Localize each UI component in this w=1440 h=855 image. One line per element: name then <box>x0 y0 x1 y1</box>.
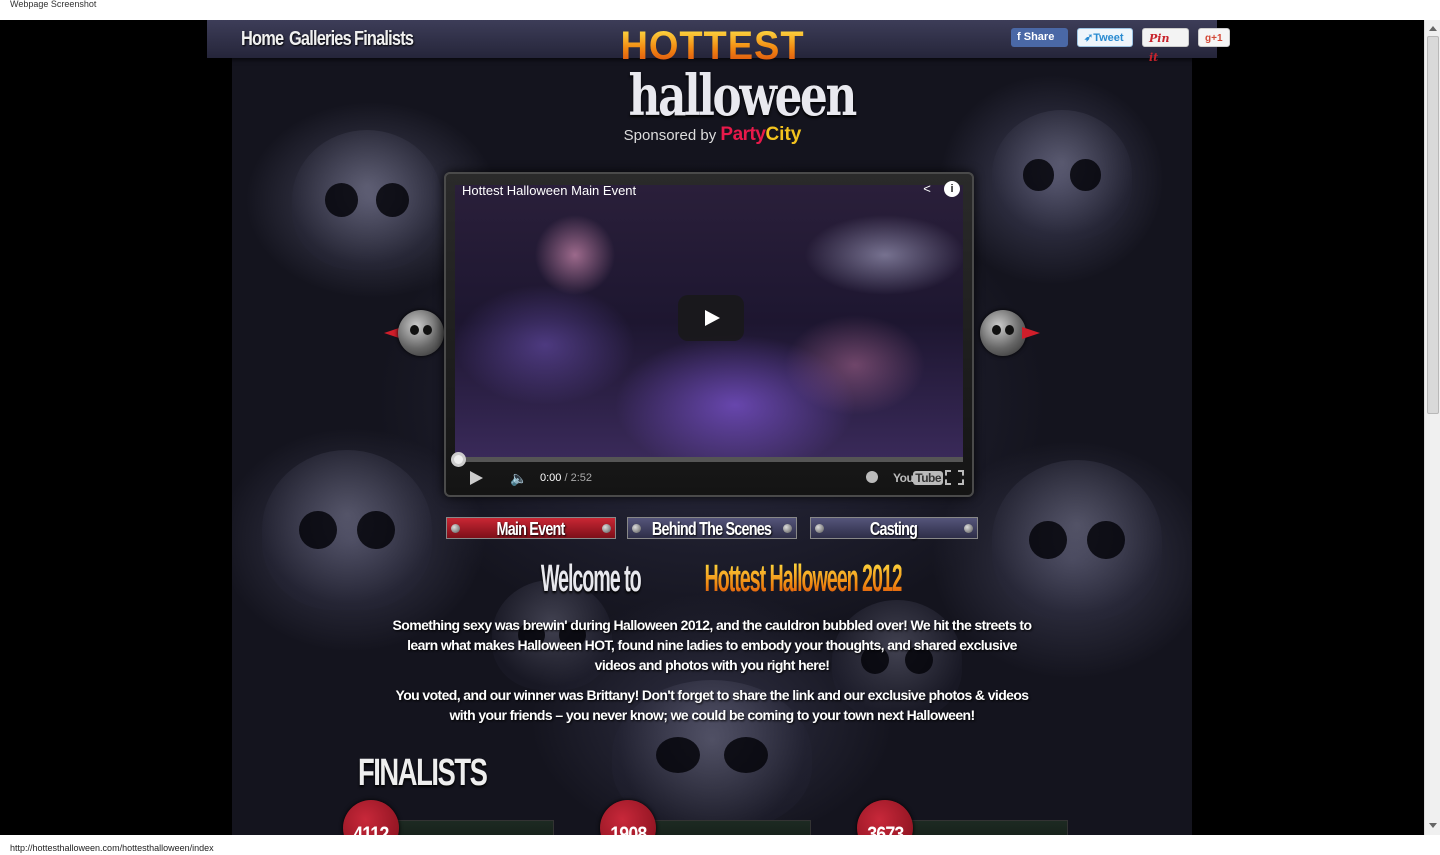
share-icon[interactable]: < <box>919 181 935 197</box>
youtube-logo-tube: Tube <box>913 471 944 485</box>
scrollbar-thumb[interactable] <box>1427 36 1439 414</box>
nav-home-link[interactable]: Home <box>241 28 284 51</box>
facebook-icon: f <box>1017 31 1024 43</box>
welcome-heading: Welcome to Hottest Halloween 2012 <box>440 558 970 601</box>
intro-paragraph-1: Something sexy was brewin' during Hallow… <box>392 617 1033 673</box>
vertical-scrollbar[interactable] <box>1424 20 1440 835</box>
next-video-arrow[interactable] <box>980 310 1040 356</box>
google-plus-one-button[interactable]: g+1 <box>1198 28 1230 47</box>
plus-one-label: +1 <box>1211 33 1223 44</box>
tab-casting[interactable]: Casting <box>810 517 978 539</box>
nav-finalists-link[interactable]: Finalists <box>354 28 414 51</box>
welcome-highlight: Hottest Halloween 2012 <box>704 558 903 600</box>
fullscreen-icon[interactable] <box>945 470 964 485</box>
intro-text: Something sexy was brewin' during Hallow… <box>392 615 1033 735</box>
scroll-down-arrow-icon[interactable] <box>1429 823 1437 828</box>
vote-count: 4112 <box>353 823 389 835</box>
skull-icon <box>398 310 444 356</box>
tweet-label: Tweet <box>1093 32 1124 44</box>
intro-paragraph-2: You voted, and our winner was Brittany! … <box>395 687 1030 723</box>
tab-label: Behind The Scenes <box>652 519 772 539</box>
nav-galleries-link[interactable]: Galleries <box>289 28 352 51</box>
right-arrow-icon <box>1022 327 1040 339</box>
logo-hottest-text: HOTTEST <box>610 26 814 66</box>
volume-icon[interactable]: 🔈 <box>510 470 527 487</box>
watch-later-icon[interactable] <box>866 471 878 483</box>
vote-count: 1908 <box>609 823 647 835</box>
status-bar-url: http://hottesthalloween.com/hottesthallo… <box>0 835 1440 855</box>
duration: / 2:52 <box>564 472 593 484</box>
info-icon[interactable]: i <box>944 181 960 197</box>
facebook-share-label: Share <box>1023 31 1055 43</box>
tab-label: Main Event <box>496 519 566 539</box>
time-display: 0:00 / 2:52 <box>540 472 592 484</box>
video-title[interactable]: Hottest Halloween Main Event <box>462 183 636 198</box>
large-play-button[interactable] <box>678 295 744 341</box>
screenshot-caption: Webpage Screenshot <box>0 0 1440 20</box>
sponsored-by-text: Sponsored by <box>623 127 717 144</box>
current-time: 0:00 <box>540 472 562 484</box>
tab-main-event[interactable]: Main Event <box>446 517 616 539</box>
browser-viewport: Home Galleries Finalists f Share ➶Tweet … <box>0 20 1424 835</box>
scroll-up-arrow-icon[interactable] <box>1429 26 1437 31</box>
video-progress-bar[interactable] <box>455 457 963 462</box>
hottest-halloween-logo[interactable]: HOTTEST halloween Sponsored by PartyCity <box>605 26 858 166</box>
tab-label: Casting <box>870 519 918 539</box>
progress-scrubber-handle[interactable] <box>451 452 466 467</box>
previous-video-arrow[interactable] <box>384 310 444 356</box>
play-icon[interactable] <box>470 471 483 485</box>
tab-behind-the-scenes[interactable]: Behind The Scenes <box>627 517 797 539</box>
facebook-share-button[interactable]: f Share <box>1011 28 1068 47</box>
youtube-logo[interactable]: You Tube <box>893 471 944 485</box>
welcome-prefix: Welcome to <box>540 558 642 600</box>
pin-it-button[interactable]: Pin it <box>1142 28 1189 64</box>
twitter-bird-icon: ➶ <box>1084 32 1094 44</box>
logo-halloween-text: halloween <box>628 63 858 129</box>
finalists-heading: FINALISTS <box>358 752 488 794</box>
youtube-logo-you: You <box>893 471 914 485</box>
tweet-button[interactable]: ➶Tweet <box>1077 28 1133 47</box>
skull-icon <box>980 310 1026 356</box>
vote-count: 3673 <box>866 823 904 835</box>
